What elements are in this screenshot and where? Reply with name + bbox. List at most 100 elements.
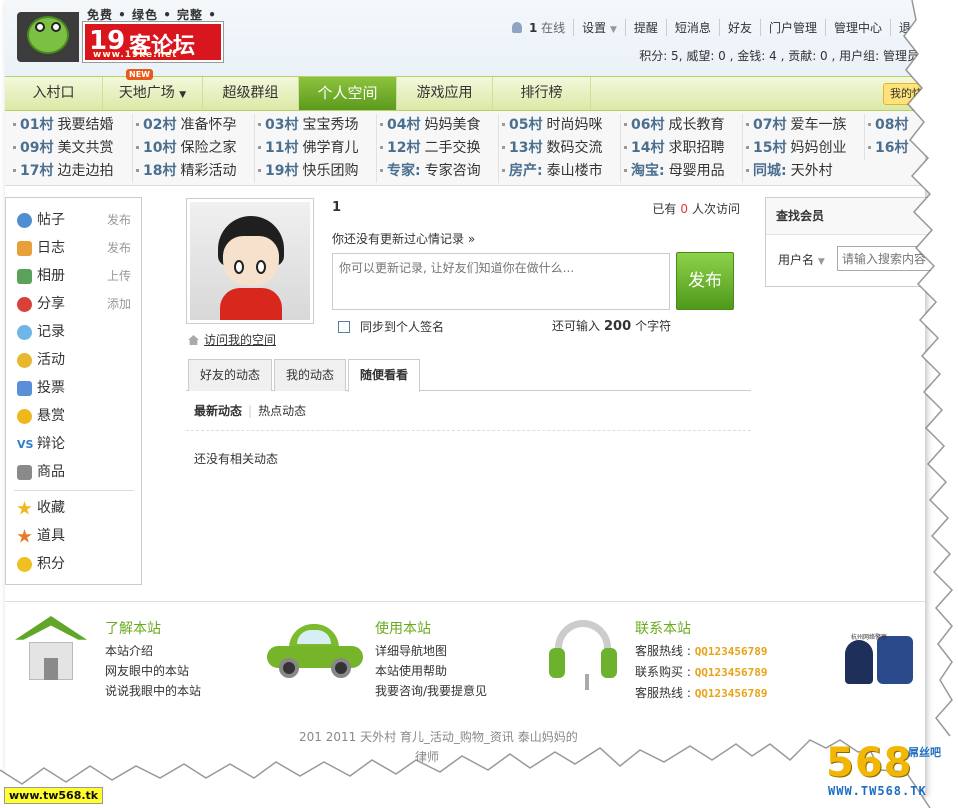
- nav-entrance[interactable]: 入村口: [5, 77, 103, 110]
- sidebar-item-label: 悬赏: [37, 408, 65, 424]
- find-member-title: 查找会员: [766, 198, 934, 235]
- village-link[interactable]: 同城: 天外村: [742, 160, 833, 183]
- visit-prefix: 已有: [652, 202, 677, 216]
- tab-my-feed[interactable]: 我的动态: [274, 359, 347, 391]
- tab-random-feed[interactable]: 随便看看: [348, 359, 421, 392]
- tab-friends-feed[interactable]: 好友的动态: [188, 359, 273, 391]
- village-link[interactable]: 04村 妈妈美食: [376, 114, 480, 137]
- sidebar-item-favorites[interactable]: 收藏: [6, 494, 141, 522]
- subtab-hot[interactable]: 热点动态: [258, 404, 306, 418]
- village-link[interactable]: 01村 我要结婚: [10, 114, 113, 137]
- village-link[interactable]: 11村 佛学育儿: [254, 137, 358, 160]
- footer-link[interactable]: 说说我眼中的本站: [105, 681, 201, 701]
- village-link[interactable]: 03村 宝宝秀场: [254, 114, 358, 137]
- contact-label: 客服热线 :: [635, 644, 691, 658]
- settings-menu[interactable]: 设置 ▼: [573, 18, 625, 36]
- quick-nav-button[interactable]: 我的快: [883, 83, 933, 105]
- nav-personal-space[interactable]: 个人空间: [299, 77, 397, 110]
- sidebar-item-action[interactable]: 添加: [107, 290, 131, 318]
- footer-link[interactable]: 详细导航地图: [375, 641, 487, 661]
- footer-link[interactable]: 本站使用帮助: [375, 661, 487, 681]
- credit-icon: [17, 557, 32, 572]
- sidebar-item-props[interactable]: 道具: [6, 522, 141, 550]
- village-link[interactable]: 05村 时尚妈咪: [498, 114, 602, 137]
- member-search-input[interactable]: [837, 246, 937, 271]
- sidebar-item-label: 分享: [37, 296, 65, 312]
- subtab-separator: |: [248, 404, 253, 418]
- village-link[interactable]: 房产: 泰山楼市: [498, 160, 603, 183]
- settings-label: 设置: [582, 20, 607, 35]
- village-link[interactable]: 13村 数码交流: [498, 137, 602, 160]
- village-link[interactable]: 14村 求职招聘: [620, 137, 724, 160]
- footer-link[interactable]: 网友眼中的本站: [105, 661, 201, 681]
- divider: [186, 430, 751, 431]
- nav-square[interactable]: 天地广场 ▼: [103, 77, 203, 110]
- sidebar-item-album[interactable]: 相册 上传: [6, 262, 141, 290]
- topnav-logout[interactable]: 退: [889, 18, 919, 36]
- village-link[interactable]: 12村 二手交换: [376, 137, 480, 160]
- village-link[interactable]: 17村 边走边拍: [10, 160, 113, 183]
- home-icon: [188, 335, 199, 345]
- footer-link[interactable]: 我要咨询/我要提意见: [375, 681, 487, 701]
- village-link[interactable]: 19村 快乐团购: [254, 160, 358, 183]
- village-link[interactable]: 专家: 专家咨询: [376, 160, 481, 183]
- village-link[interactable]: 15村 妈妈创业: [742, 137, 846, 160]
- sidebar-item-posts[interactable]: 帖子 发布: [6, 206, 141, 234]
- sidebar-item-debate[interactable]: VS 辩论: [6, 430, 141, 458]
- sidebar-item-reward[interactable]: 悬赏: [6, 402, 141, 430]
- topnav-reminders[interactable]: 提醒: [624, 18, 666, 36]
- search-field-select[interactable]: 用户名 ▼: [778, 251, 825, 268]
- post-icon: [17, 213, 32, 228]
- village-link[interactable]: 07村 爱车一族: [742, 114, 846, 137]
- online-status[interactable]: 1 在线: [504, 19, 573, 36]
- sync-signature[interactable]: 同步到个人签名: [338, 318, 444, 335]
- sidebar-item-vote[interactable]: 投票: [6, 374, 141, 402]
- contact-label: 客服热线 :: [635, 686, 691, 700]
- visit-my-space-link[interactable]: 访问我的空间: [188, 331, 276, 348]
- village-link[interactable]: 02村 准备怀孕: [132, 114, 236, 137]
- sidebar-item-action[interactable]: 发布: [107, 234, 131, 262]
- mood-input-box[interactable]: [332, 253, 670, 310]
- contact-qq[interactable]: QQ123456789: [695, 687, 768, 700]
- village-link[interactable]: 淘宝: 母婴用品: [620, 160, 725, 183]
- publish-button[interactable]: 发布: [676, 252, 734, 310]
- sidebar-item-goods[interactable]: 商品: [6, 458, 141, 486]
- village-link[interactable]: 08村: [864, 114, 912, 137]
- user-stats: 积分: 5, 威望: 0 , 金钱: 4 , 贡献: 0 , 用户组: 管理员: [639, 49, 919, 63]
- sidebar-divider: [14, 490, 134, 491]
- avatar[interactable]: [186, 198, 314, 324]
- village-link[interactable]: 06村 成长教育: [620, 114, 724, 137]
- topnav-messages[interactable]: 短消息: [665, 18, 719, 36]
- village-link[interactable]: 09村 美文共赏: [10, 137, 113, 160]
- footer-about: 了解本站 本站介绍 网友眼中的本站 说说我眼中的本站: [105, 618, 201, 701]
- subtab-latest[interactable]: 最新动态: [194, 404, 242, 418]
- police-badge-icon[interactable]: 杭州网络警察: [841, 632, 919, 688]
- nav-games[interactable]: 游戏应用: [397, 77, 493, 110]
- main-nav: 入村口 天地广场 ▼ NEW 超级群组 个人空间 游戏应用 排行榜 我的快: [5, 69, 933, 111]
- sidebar-item-credits[interactable]: 积分: [6, 550, 141, 578]
- village-link[interactable]: 18村 精彩活动: [132, 160, 236, 183]
- sidebar-item-activity[interactable]: 活动: [6, 346, 141, 374]
- village-link[interactable]: 10村 保险之家: [132, 137, 236, 160]
- sidebar-item-record[interactable]: 记录: [6, 318, 141, 346]
- site-logo[interactable]: 免费 • 绿色 • 完整 • 安全 19 客论坛 www.19ke.net: [17, 6, 227, 68]
- sidebar-item-action[interactable]: 上传: [107, 262, 131, 290]
- activity-icon: [17, 353, 32, 368]
- nav-groups[interactable]: 超级群组: [203, 77, 299, 110]
- sidebar-item-blog[interactable]: 日志 发布: [6, 234, 141, 262]
- sync-label: 同步到个人签名: [360, 320, 445, 334]
- topnav-portal-admin[interactable]: 门户管理: [759, 18, 825, 36]
- contact-qq[interactable]: QQ123456789: [695, 645, 768, 658]
- mood-input[interactable]: [339, 259, 663, 304]
- nav-ranking[interactable]: 排行榜: [493, 77, 591, 110]
- sync-checkbox[interactable]: [338, 321, 350, 333]
- contact-qq[interactable]: QQ123456789: [695, 666, 768, 679]
- mood-record-link[interactable]: 你还没有更新过心情记录 »: [332, 230, 475, 247]
- sidebar-item-action[interactable]: 发布: [107, 206, 131, 234]
- footer-link[interactable]: 本站介绍: [105, 641, 201, 661]
- village-link[interactable]: 16村: [864, 137, 912, 160]
- topnav-admin-center[interactable]: 管理中心: [824, 18, 890, 36]
- sidebar-item-share[interactable]: 分享 添加: [6, 290, 141, 318]
- watermark-number: 568: [826, 740, 913, 786]
- topnav-friends[interactable]: 好友: [718, 18, 760, 36]
